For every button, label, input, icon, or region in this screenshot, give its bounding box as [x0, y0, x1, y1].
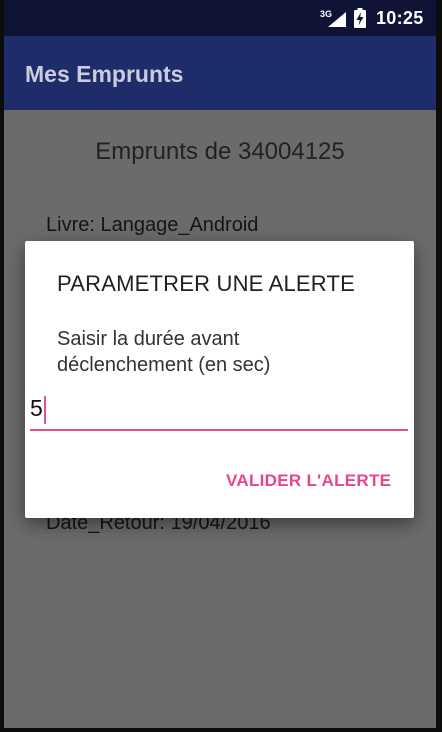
book-label: Livre: Langage_Android	[46, 214, 259, 236]
text-cursor	[44, 396, 46, 424]
dialog-message: Saisir la durée avant déclenchement (en …	[57, 328, 271, 376]
dialog-title: PARAMETRER UNE ALERTE	[57, 271, 356, 296]
status-bar: 3G 10:25	[4, 0, 436, 36]
network-indicator: 3G	[320, 9, 350, 29]
signal-icon	[328, 12, 346, 27]
battery-charging-icon	[354, 8, 366, 28]
loans-heading: Emprunts de 34004125	[95, 138, 345, 165]
device-frame: 3G 10:25 Mes Emprunts Emprunts de 340041…	[0, 0, 442, 732]
screen: 3G 10:25 Mes Emprunts Emprunts de 340041…	[4, 0, 436, 728]
duration-input[interactable]: 5	[30, 395, 408, 431]
app-title: Mes Emprunts	[25, 61, 184, 87]
alert-dialog: PARAMETRER UNE ALERTE Saisir la durée av…	[25, 241, 414, 518]
status-time: 10:25	[376, 8, 424, 28]
duration-input-value: 5	[30, 395, 43, 421]
app-bar: Mes Emprunts	[4, 36, 436, 110]
validate-alert-button[interactable]: VALIDER L'ALERTE	[226, 471, 391, 491]
